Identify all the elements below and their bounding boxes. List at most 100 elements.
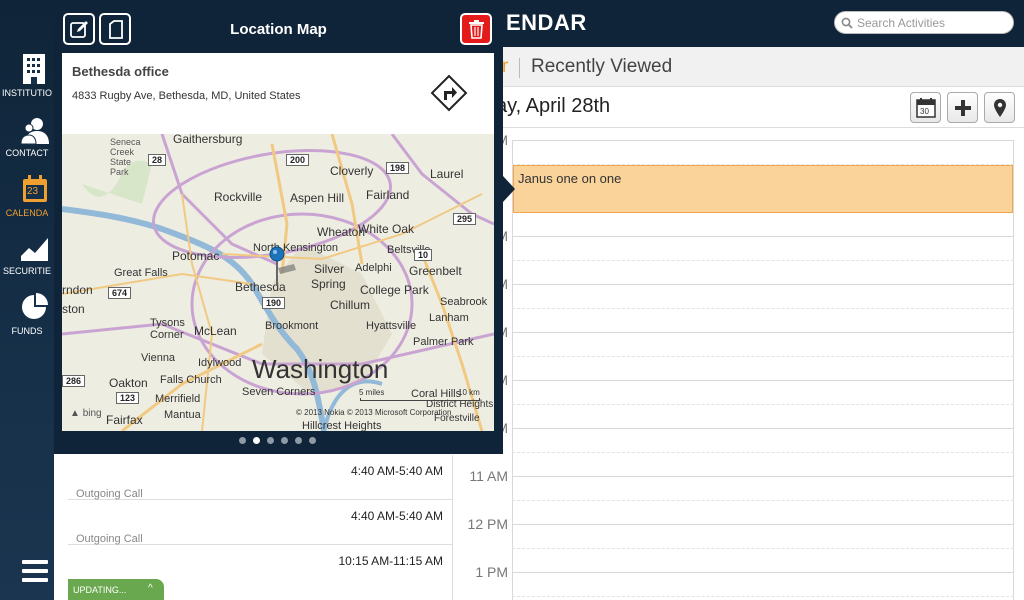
- map-label: Rockville: [214, 190, 263, 204]
- activity-time: 4:40 AM-5:40 AM: [350, 509, 443, 523]
- time-slot-line: [512, 140, 1014, 141]
- nav-label: CONTACT: [5, 148, 49, 158]
- route-shield: 10: [414, 249, 433, 261]
- building-icon: [23, 54, 45, 84]
- map-label: Aspen Hill: [290, 191, 345, 205]
- route-shield: 190: [262, 297, 286, 309]
- updating-status[interactable]: UPDATING... ^: [68, 579, 164, 600]
- page-dot[interactable]: [295, 437, 302, 444]
- go-to-date-button[interactable]: 30: [910, 92, 941, 123]
- map-label: Palmer Park: [413, 336, 474, 348]
- page-dot[interactable]: [281, 437, 288, 444]
- map-button[interactable]: [984, 92, 1015, 123]
- map-label: Laurel: [430, 167, 464, 181]
- map-label: Potomac: [172, 249, 220, 263]
- tab-recently-viewed[interactable]: Recently Viewed: [531, 56, 672, 78]
- time-slot-line: [512, 452, 1014, 453]
- search-icon: [841, 17, 853, 29]
- scale-miles: 5 miles: [359, 388, 385, 397]
- hour-label: 1 PM: [475, 564, 508, 580]
- time-slot-line: [512, 380, 1014, 381]
- map-label: Silver: [314, 262, 345, 276]
- nav-item-calendar[interactable]: 23 CALENDA: [0, 170, 54, 230]
- location-card: Bethesda office 4833 Rugby Ave, Bethesda…: [62, 53, 494, 134]
- left-navigation: INSTITUTIO CONTACT 23 CALENDA SECURITIE: [0, 0, 54, 600]
- add-activity-button[interactable]: [947, 92, 978, 123]
- delete-button[interactable]: [460, 13, 492, 45]
- page-dot[interactable]: [239, 437, 246, 444]
- event-title: Janus one on one: [518, 171, 622, 186]
- map-label: Washington: [252, 354, 389, 384]
- map-label: Oakton: [109, 376, 148, 390]
- activity-time: 10:15 AM-11:15 AM: [338, 554, 443, 568]
- directions-icon: [430, 74, 468, 112]
- map-label: Lanham: [429, 312, 469, 324]
- map-label: rndon: [62, 283, 93, 297]
- map-label: Gaithersburg: [173, 134, 243, 146]
- location-address: 4833 Rugby Ave, Bethesda, MD, United Sta…: [72, 90, 301, 102]
- popover-arrow: [503, 176, 515, 202]
- list-item[interactable]: 4:40 AM-5:40 AM Outgoing Call: [68, 455, 453, 500]
- nav-label: INSTITUTIO: [2, 88, 52, 98]
- chevron-up-icon: ^: [148, 583, 153, 594]
- nav-label: CALENDA: [5, 208, 49, 218]
- page-dot-active[interactable]: [253, 437, 260, 444]
- route-shield: 295: [453, 213, 477, 225]
- map-label: College Park: [360, 283, 429, 297]
- nav-label: FUNDS: [11, 326, 43, 336]
- page-dot[interactable]: [267, 437, 274, 444]
- nav-item-institutions[interactable]: INSTITUTIO: [0, 48, 54, 108]
- time-slot-line: [512, 260, 1014, 261]
- bing-logo: ▲ bing: [70, 408, 102, 419]
- list-item[interactable]: 4:40 AM-5:40 AM Outgoing Call: [68, 500, 453, 545]
- calendar-event[interactable]: Janus one on one: [513, 165, 1013, 213]
- search-box[interactable]: [834, 11, 1014, 34]
- map-pin-icon: [269, 246, 296, 286]
- time-slot-line: [512, 476, 1014, 477]
- time-slot-line: [512, 428, 1014, 429]
- search-input[interactable]: [857, 15, 1007, 31]
- nav-item-contacts[interactable]: CONTACT: [0, 110, 54, 170]
- hour-label: 12 PM: [467, 516, 508, 532]
- contact-icon: [20, 118, 49, 145]
- activity-time: 4:40 AM-5:40 AM: [350, 464, 443, 478]
- activity-type: Outgoing Call: [76, 488, 143, 500]
- map-label: Greenbelt: [409, 264, 462, 278]
- map-label: Brookmont: [265, 320, 319, 332]
- nav-label: SECURITIE: [2, 266, 51, 276]
- map-label: Chillum: [330, 298, 371, 312]
- nav-item-securities[interactable]: SECURITIE: [0, 228, 54, 288]
- grid-border: [1013, 140, 1014, 600]
- time-slot-line: [512, 284, 1014, 285]
- map-pin-icon: [994, 99, 1006, 117]
- location-map[interactable]: Seneca Creek State Park Gaithersburg Clover…: [62, 134, 494, 431]
- map-label: Wheaton: [317, 225, 366, 239]
- page-dot[interactable]: [309, 437, 316, 444]
- map-label: Seabrook: [440, 296, 488, 308]
- app-title: ENDAR: [506, 10, 587, 35]
- map-label: ston: [62, 302, 85, 316]
- route-shield: 200: [286, 154, 310, 166]
- menu-icon[interactable]: [22, 560, 48, 582]
- scale-km: 10 km: [458, 388, 480, 397]
- date-title: ay, April 28th: [496, 95, 611, 117]
- map-scale-bar: [360, 398, 480, 401]
- calendar-badge: 23: [27, 186, 39, 197]
- trash-icon: [469, 20, 484, 39]
- map-label: Falls Church: [160, 374, 222, 386]
- time-slot-line: [512, 356, 1014, 357]
- map-label: Vienna: [141, 352, 176, 364]
- activity-type: Outgoing Call: [76, 533, 143, 545]
- map-label: Fairland: [366, 188, 410, 202]
- map-label: Merrifield: [155, 393, 201, 405]
- route-shield: 123: [116, 392, 140, 404]
- time-slot-line: [512, 524, 1014, 525]
- route-shield: 28: [148, 154, 167, 166]
- chart-area-icon: [21, 238, 48, 261]
- plus-icon: [955, 100, 971, 116]
- time-slot-line: [512, 308, 1014, 309]
- directions-button[interactable]: [428, 72, 470, 114]
- calendar-button-day: 30: [920, 107, 929, 116]
- nav-item-funds[interactable]: FUNDS: [0, 288, 54, 348]
- map-label: Idylwood: [198, 357, 242, 369]
